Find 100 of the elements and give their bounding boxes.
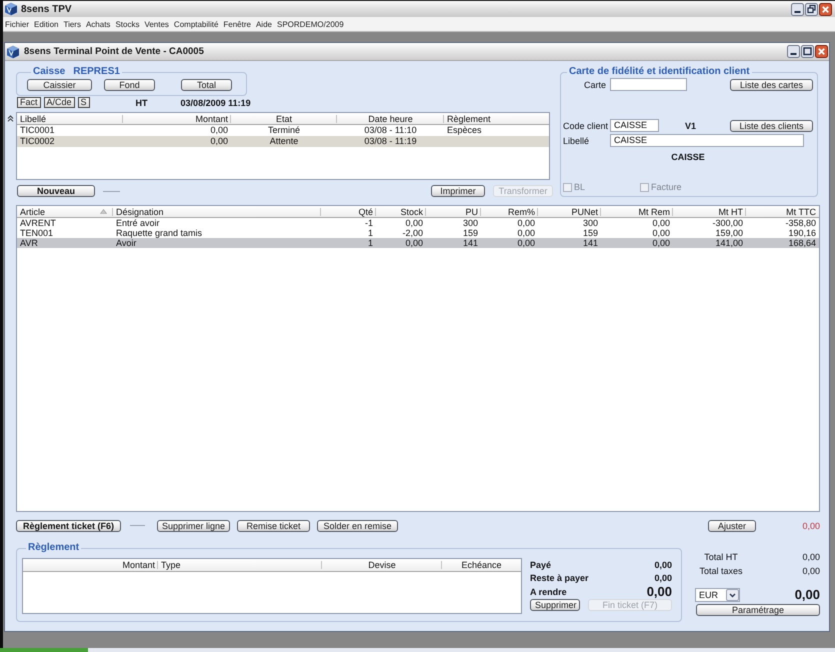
table-row[interactable]: TIC0001 0,00 Terminé 03/08 - 11:10 Espèces bbox=[17, 125, 549, 136]
column-header[interactable]: Qté bbox=[324, 206, 373, 216]
grand-total: 0,00 bbox=[794, 587, 820, 602]
table-row[interactable]: TEN001 Raquette grand tamis 1 -2,00 159 0,00 159 0,00 159,00 190,16 bbox=[17, 228, 819, 238]
column-header[interactable]: Etat bbox=[234, 114, 334, 124]
table-cell-text: 159,00 bbox=[714, 228, 744, 238]
close-button[interactable] bbox=[815, 45, 828, 58]
table-row[interactable]: TIC0002 0,00 Attente 03/08 - 11:19 bbox=[17, 136, 549, 147]
column-header[interactable]: Mt HT bbox=[676, 206, 743, 216]
menu-item[interactable]: Tiers bbox=[63, 20, 81, 28]
table-cell-text: 0,00 bbox=[516, 238, 536, 248]
column-header[interactable]: Type bbox=[161, 560, 319, 570]
adjust-button[interactable]: Ajuster bbox=[708, 520, 756, 532]
card-field[interactable] bbox=[610, 78, 687, 91]
settings-button[interactable]: Paramétrage bbox=[696, 604, 820, 616]
field-label: Carte bbox=[582, 80, 607, 90]
menu-item[interactable]: Stocks bbox=[115, 20, 140, 28]
new-ticket-button[interactable]: Nouveau bbox=[17, 185, 95, 197]
column-header[interactable]: PU bbox=[429, 206, 478, 216]
table-row[interactable]: AVR Avoir 1 0,00 141 0,00 141 0,00 141,00 168,64 bbox=[17, 238, 819, 248]
menu-item[interactable]: SPORDEMO/2009 bbox=[276, 20, 344, 28]
delete-payment-button[interactable]: Supprimer bbox=[530, 599, 580, 611]
column-header[interactable]: Montant bbox=[126, 114, 228, 124]
menu-item[interactable]: Edition bbox=[34, 20, 58, 28]
register-name: REPRES1 bbox=[73, 66, 120, 77]
double-chevron-up-icon[interactable] bbox=[7, 115, 14, 122]
order-mode-button[interactable]: A/Cde bbox=[44, 97, 75, 108]
minimize-button[interactable] bbox=[787, 45, 800, 58]
start-button[interactable] bbox=[0, 648, 88, 652]
cube-logo-icon bbox=[6, 44, 20, 58]
column-header[interactable]: Règlement bbox=[447, 114, 546, 124]
group-title: Règlement bbox=[28, 542, 80, 553]
table-cell-text: 0,00 bbox=[651, 238, 671, 248]
table-cell-text: AVR bbox=[19, 238, 39, 248]
table-cell-text: -2,00 bbox=[401, 228, 424, 238]
column-header[interactable]: Devise bbox=[325, 560, 439, 570]
float-button[interactable]: Fond bbox=[104, 79, 155, 91]
summary-value: 0,00 bbox=[654, 560, 672, 570]
currency-select[interactable]: EUR bbox=[695, 588, 740, 602]
minimize-button[interactable] bbox=[791, 2, 804, 16]
client-name: CAISSE bbox=[670, 152, 706, 162]
table-cell-text: 03/08 - 11:19 bbox=[363, 136, 418, 147]
column-header[interactable]: Date heure bbox=[340, 114, 441, 124]
total-button[interactable]: Total bbox=[181, 79, 232, 91]
table-cell-text: AVRENT bbox=[19, 218, 57, 228]
menu-item[interactable]: Comptabilité bbox=[174, 20, 218, 28]
column-header[interactable]: Mt Rem bbox=[604, 206, 670, 216]
menu-item[interactable]: Aide bbox=[256, 20, 272, 28]
group-title: Caisse bbox=[33, 66, 66, 77]
table-cell-text: 0,00 bbox=[404, 218, 424, 228]
column-header[interactable]: Désignation bbox=[116, 206, 318, 216]
menu-item[interactable]: Fichier bbox=[5, 20, 30, 28]
client-name-field[interactable]: CAISSE bbox=[610, 134, 804, 147]
invoice-mode-button[interactable]: Fact bbox=[17, 97, 41, 108]
column-header[interactable]: Montant bbox=[26, 560, 155, 570]
column-header[interactable]: Rem% bbox=[484, 206, 535, 216]
menu-item[interactable]: Ventes bbox=[144, 20, 169, 28]
settle-discount-button[interactable]: Solder en remise bbox=[317, 520, 398, 532]
print-button[interactable]: Imprimer bbox=[431, 185, 485, 197]
checkbox-label: BL bbox=[574, 182, 586, 192]
table-cell-text: 300 bbox=[462, 218, 479, 228]
table-cell-text: 0,00 bbox=[209, 136, 229, 147]
table-cell-text: TIC0001 bbox=[19, 125, 56, 136]
column-header[interactable]: PUNet bbox=[541, 206, 598, 216]
menu-item[interactable]: Fenêtre bbox=[223, 20, 251, 28]
table-cell-text: 0,00 bbox=[209, 125, 229, 136]
summary-label: Payé bbox=[530, 560, 552, 570]
close-button[interactable] bbox=[819, 2, 832, 16]
table-cell-text: 0,00 bbox=[516, 228, 536, 238]
table-cell-text: 03/08 - 11:10 bbox=[363, 125, 418, 136]
table-cell-text: 300 bbox=[582, 218, 599, 228]
window-title: 8sens Terminal Point de Vente - CA0005 bbox=[24, 46, 204, 57]
column-header[interactable]: Libellé bbox=[20, 114, 120, 124]
column-header[interactable]: Article bbox=[20, 206, 98, 216]
restore-button[interactable] bbox=[805, 2, 818, 16]
payment-ticket-button[interactable]: Règlement ticket (F6) bbox=[16, 520, 121, 532]
price-basis: HT bbox=[136, 98, 148, 108]
delete-line-button[interactable]: Supprimer ligne bbox=[157, 520, 230, 532]
column-header[interactable]: Stock bbox=[379, 206, 423, 216]
column-header[interactable]: Echéance bbox=[445, 560, 518, 570]
table-row[interactable]: AVRENT Entré avoir -1 0,00 300 0,00 300 0,00 -300,00 -358,80 bbox=[17, 218, 819, 228]
table-cell-text: 0,00 bbox=[651, 228, 671, 238]
table-cell-text: Raquette grand tamis bbox=[115, 228, 204, 238]
maximize-button[interactable] bbox=[801, 45, 814, 58]
summary-value: 0,00 bbox=[654, 572, 672, 582]
checkbox-label: Facture bbox=[651, 182, 682, 192]
table-cell-text: Attente bbox=[268, 136, 300, 147]
app-title: 8sens TPV bbox=[21, 4, 72, 14]
total-label: Total HT bbox=[703, 552, 739, 562]
s-mode-button[interactable]: S bbox=[78, 97, 90, 108]
client-list-button[interactable]: Liste des clients bbox=[730, 120, 813, 132]
menu-item[interactable]: Achats bbox=[86, 20, 110, 28]
column-header[interactable]: Mt TTC bbox=[749, 206, 816, 216]
cashier-button[interactable]: Caissier bbox=[27, 79, 92, 91]
table-cell-text: TEN001 bbox=[19, 228, 54, 238]
table-cell-text: -300,00 bbox=[711, 218, 744, 228]
ticket-discount-button[interactable]: Remise ticket bbox=[237, 520, 310, 532]
client-code-field[interactable]: CAISSE bbox=[610, 119, 659, 132]
summary-label: Reste à payer bbox=[530, 572, 589, 582]
card-list-button[interactable]: Liste des cartes bbox=[730, 78, 813, 90]
